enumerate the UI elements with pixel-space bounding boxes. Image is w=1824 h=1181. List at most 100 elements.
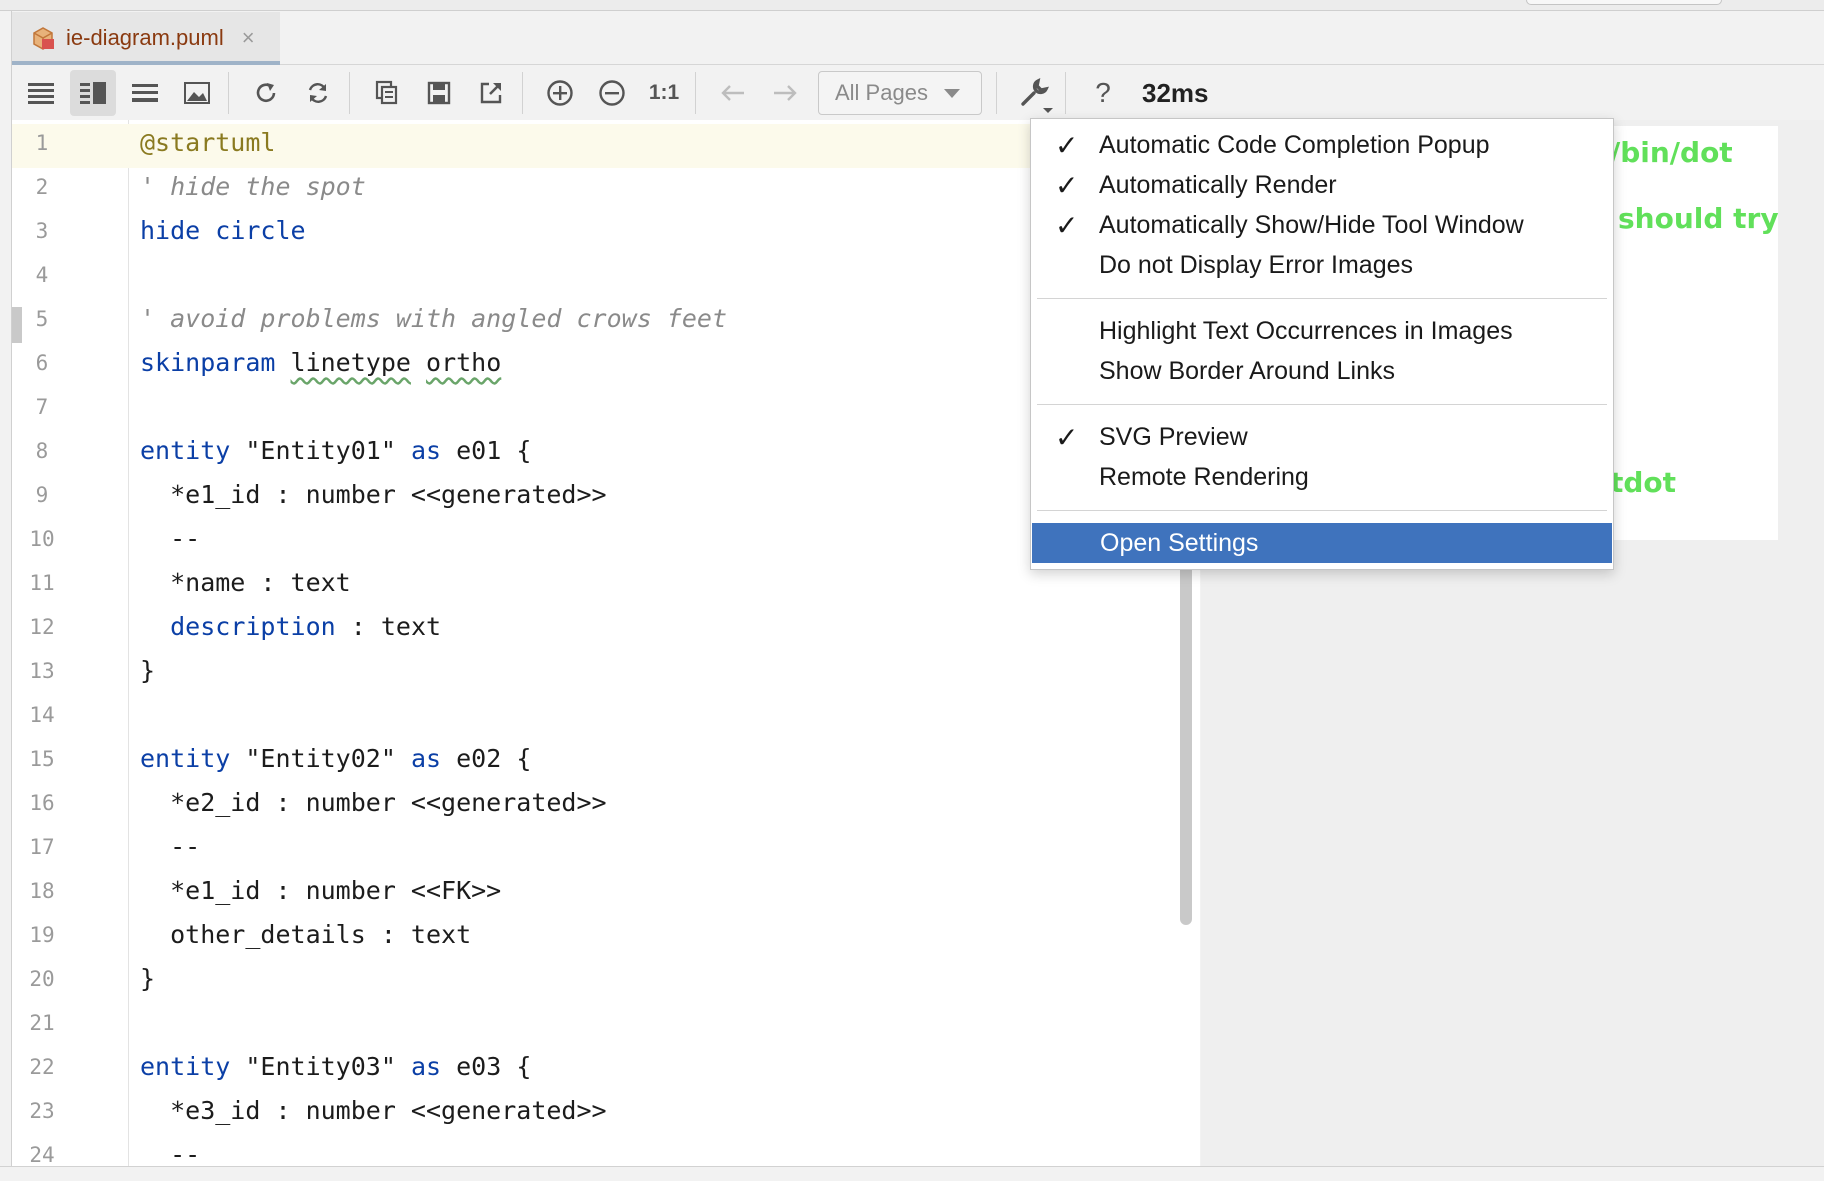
line-number: 14 (29, 703, 55, 727)
menu-item-open-settings[interactable]: Open Settings (1032, 523, 1612, 563)
code-line-2[interactable]: ' hide the spot (140, 172, 366, 201)
menu-item-label: Show Border Around Links (1099, 356, 1396, 385)
open-external-icon[interactable] (468, 70, 514, 116)
code-line-11[interactable]: *name : text (140, 568, 351, 597)
line-number: 19 (29, 923, 55, 947)
preview-text: /bin/dot (1610, 136, 1733, 169)
arrow-right-icon[interactable] (762, 70, 808, 116)
refresh-icon[interactable] (243, 70, 289, 116)
menu-item-border-links[interactable]: Show Border Around Links (1031, 351, 1613, 391)
gutter-marker (12, 307, 22, 343)
toolbar-separator (1065, 72, 1066, 114)
toolbar-separator (349, 72, 350, 114)
line-number: 21 (29, 1011, 55, 1035)
puml-file-icon (30, 25, 56, 51)
top-scroll-stub (1526, 0, 1722, 5)
code-line-3[interactable]: hide circle (140, 216, 306, 245)
close-icon[interactable]: × (242, 25, 255, 51)
code-line-22[interactable]: entity "Entity03" as e03 { (140, 1052, 531, 1081)
keyword-token: as (410, 744, 442, 773)
copy-icon[interactable] (364, 70, 410, 116)
tab-active-underline (12, 61, 280, 65)
status-strip (0, 1166, 1824, 1181)
code-line-24[interactable]: -- (140, 1140, 200, 1168)
line-number: 12 (29, 615, 55, 639)
toolbar-separator (522, 72, 523, 114)
code-line-12[interactable]: description : text (140, 612, 441, 641)
line-number: 7 (35, 395, 49, 419)
arrow-left-icon[interactable] (710, 70, 756, 116)
menu-item-highlight-occurrences[interactable]: Highlight Text Occurrences in Images (1031, 311, 1613, 351)
comment-token: ' avoid problems with angled crows feet (140, 304, 727, 333)
wrench-settings-icon[interactable] (1011, 70, 1057, 116)
code-line-10[interactable]: -- (140, 524, 200, 553)
pages-select[interactable]: All Pages (818, 71, 982, 115)
line-number: 8 (35, 439, 49, 463)
zoom-out-icon[interactable] (589, 70, 635, 116)
keyword-token: as (410, 1052, 442, 1081)
menu-item-no-error-images[interactable]: Do not Display Error Images (1031, 245, 1613, 285)
menu-separator (1037, 510, 1607, 511)
menu-item-label: Do not Display Error Images (1099, 250, 1414, 279)
code-token: e01 { (456, 436, 532, 465)
code-line-16[interactable]: *e2_id : number <<generated>> (140, 788, 607, 817)
file-tab[interactable]: ie-diagram.puml × (12, 12, 280, 65)
menu-item-label: Highlight Text Occurrences in Images (1099, 316, 1513, 345)
toolbar-separator (228, 72, 229, 114)
code-line-19[interactable]: other_details : text (140, 920, 471, 949)
code-token: linetype (290, 348, 411, 377)
code-line-13[interactable]: } (140, 656, 155, 685)
line-number: 13 (29, 659, 55, 683)
left-edge (0, 11, 12, 1180)
image-icon[interactable] (174, 70, 220, 116)
string-token: "Entity02" (245, 744, 396, 773)
line-number: 15 (29, 747, 55, 771)
code-line-1[interactable]: @startuml (140, 128, 275, 157)
code-line-8[interactable]: entity "Entity01" as e01 { (140, 436, 531, 465)
code-line-15[interactable]: entity "Entity02" as e02 { (140, 744, 531, 773)
code-line-6[interactable]: skinparam linetype ortho (140, 348, 501, 377)
help-label: ? (1095, 77, 1111, 108)
checkmark-icon: ✓ (1055, 209, 1079, 241)
actual-size-button[interactable]: 1:1 (641, 70, 687, 116)
sync-icon[interactable] (295, 70, 341, 116)
keyword-token: hide (140, 216, 201, 245)
code-token: e02 { (456, 744, 532, 773)
menu-item-svg-preview[interactable]: ✓ SVG Preview (1031, 417, 1613, 457)
zoom-in-icon[interactable] (537, 70, 583, 116)
code-line-20[interactable]: } (140, 964, 155, 993)
code-token: ortho (426, 348, 502, 377)
chevron-down-icon (943, 88, 960, 98)
menu-item-auto-completion[interactable]: ✓ Automatic Code Completion Popup (1031, 125, 1613, 165)
pages-select-value: All Pages (835, 80, 928, 105)
keyword-token: circle (215, 216, 306, 245)
layout-split-icon[interactable] (70, 70, 116, 116)
settings-dropdown-menu: ✓ Automatic Code Completion Popup ✓ Auto… (1030, 118, 1614, 570)
string-token: "Entity01" (245, 436, 396, 465)
keyword-token: entity (140, 744, 231, 773)
help-button[interactable]: ? (1080, 70, 1126, 116)
line-number: 24 (29, 1143, 55, 1167)
actual-size-label: 1:1 (648, 81, 680, 104)
checkmark-icon: ✓ (1055, 129, 1079, 161)
code-editor[interactable]: 1 2 3 4 5 6 7 8 9 10 11 12 13 14 15 16 17 18 19 20 21 22 23 24 … (12, 120, 1200, 1168)
code-line-18[interactable]: *e1_id : number <<FK>> (140, 876, 501, 905)
line-number: 10 (29, 527, 55, 551)
menu-item-auto-show-hide[interactable]: ✓ Automatically Show/Hide Tool Window (1031, 205, 1613, 245)
line-number: 18 (29, 879, 55, 903)
code-line-17[interactable]: -- (140, 832, 200, 861)
layout-editor-only-icon[interactable] (18, 70, 64, 116)
code-line-23[interactable]: *e3_id : number <<generated>> (140, 1096, 607, 1125)
layout-preview-only-icon[interactable] (122, 70, 168, 116)
code-line-5[interactable]: ' avoid problems with angled crows feet (140, 304, 727, 333)
line-number: 6 (35, 351, 49, 375)
window-top-strip (0, 0, 1824, 11)
keyword-token: skinparam (140, 348, 276, 377)
line-number: 9 (35, 483, 49, 507)
menu-item-remote-rendering[interactable]: Remote Rendering (1031, 457, 1613, 497)
line-number: 2 (35, 175, 49, 199)
save-icon[interactable] (416, 70, 462, 116)
line-number: 11 (29, 571, 55, 595)
code-line-9[interactable]: *e1_id : number <<generated>> (140, 480, 607, 509)
menu-item-auto-render[interactable]: ✓ Automatically Render (1031, 165, 1613, 205)
